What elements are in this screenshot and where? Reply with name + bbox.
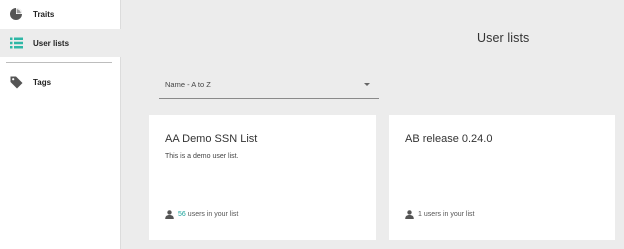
card-title: AA Demo SSN List — [165, 133, 258, 145]
person-icon — [165, 210, 174, 219]
sidebar: Traits User lists Tags — [0, 0, 121, 249]
tag-icon — [9, 75, 23, 89]
card-title: AB release 0.24.0 — [405, 133, 493, 145]
sidebar-item-label: User lists — [33, 38, 70, 48]
card-description: This is a demo user list. — [165, 153, 239, 160]
page-title: User lists — [477, 31, 530, 45]
user-list-card[interactable]: AB release 0.24.0 1 users in your list — [389, 115, 615, 240]
sidebar-item-label: Traits — [33, 9, 55, 19]
sidebar-item-tags[interactable]: Tags — [0, 68, 121, 96]
pie-chart-icon — [9, 7, 23, 21]
sidebar-item-user-lists[interactable]: User lists — [0, 29, 121, 57]
user-count-suffix: users in your list — [187, 211, 239, 218]
user-count-link[interactable]: 56 — [178, 211, 186, 218]
sidebar-item-label: Tags — [33, 77, 52, 87]
sidebar-item-traits[interactable]: Traits — [0, 0, 121, 28]
sort-select[interactable]: Name - A to Z — [159, 74, 379, 99]
list-icon — [9, 36, 23, 50]
dropdown-caret-icon — [364, 83, 370, 86]
card-footer: 1 users in your list — [405, 210, 474, 219]
sort-select-value: Name - A to Z — [165, 80, 211, 89]
person-icon — [405, 210, 414, 219]
user-list-card[interactable]: AA Demo SSN List This is a demo user lis… — [149, 115, 376, 240]
card-footer: 56 users in your list — [165, 210, 238, 219]
user-count: 1 — [418, 211, 422, 218]
user-count-suffix: users in your list — [423, 211, 475, 218]
sidebar-divider — [6, 62, 112, 63]
